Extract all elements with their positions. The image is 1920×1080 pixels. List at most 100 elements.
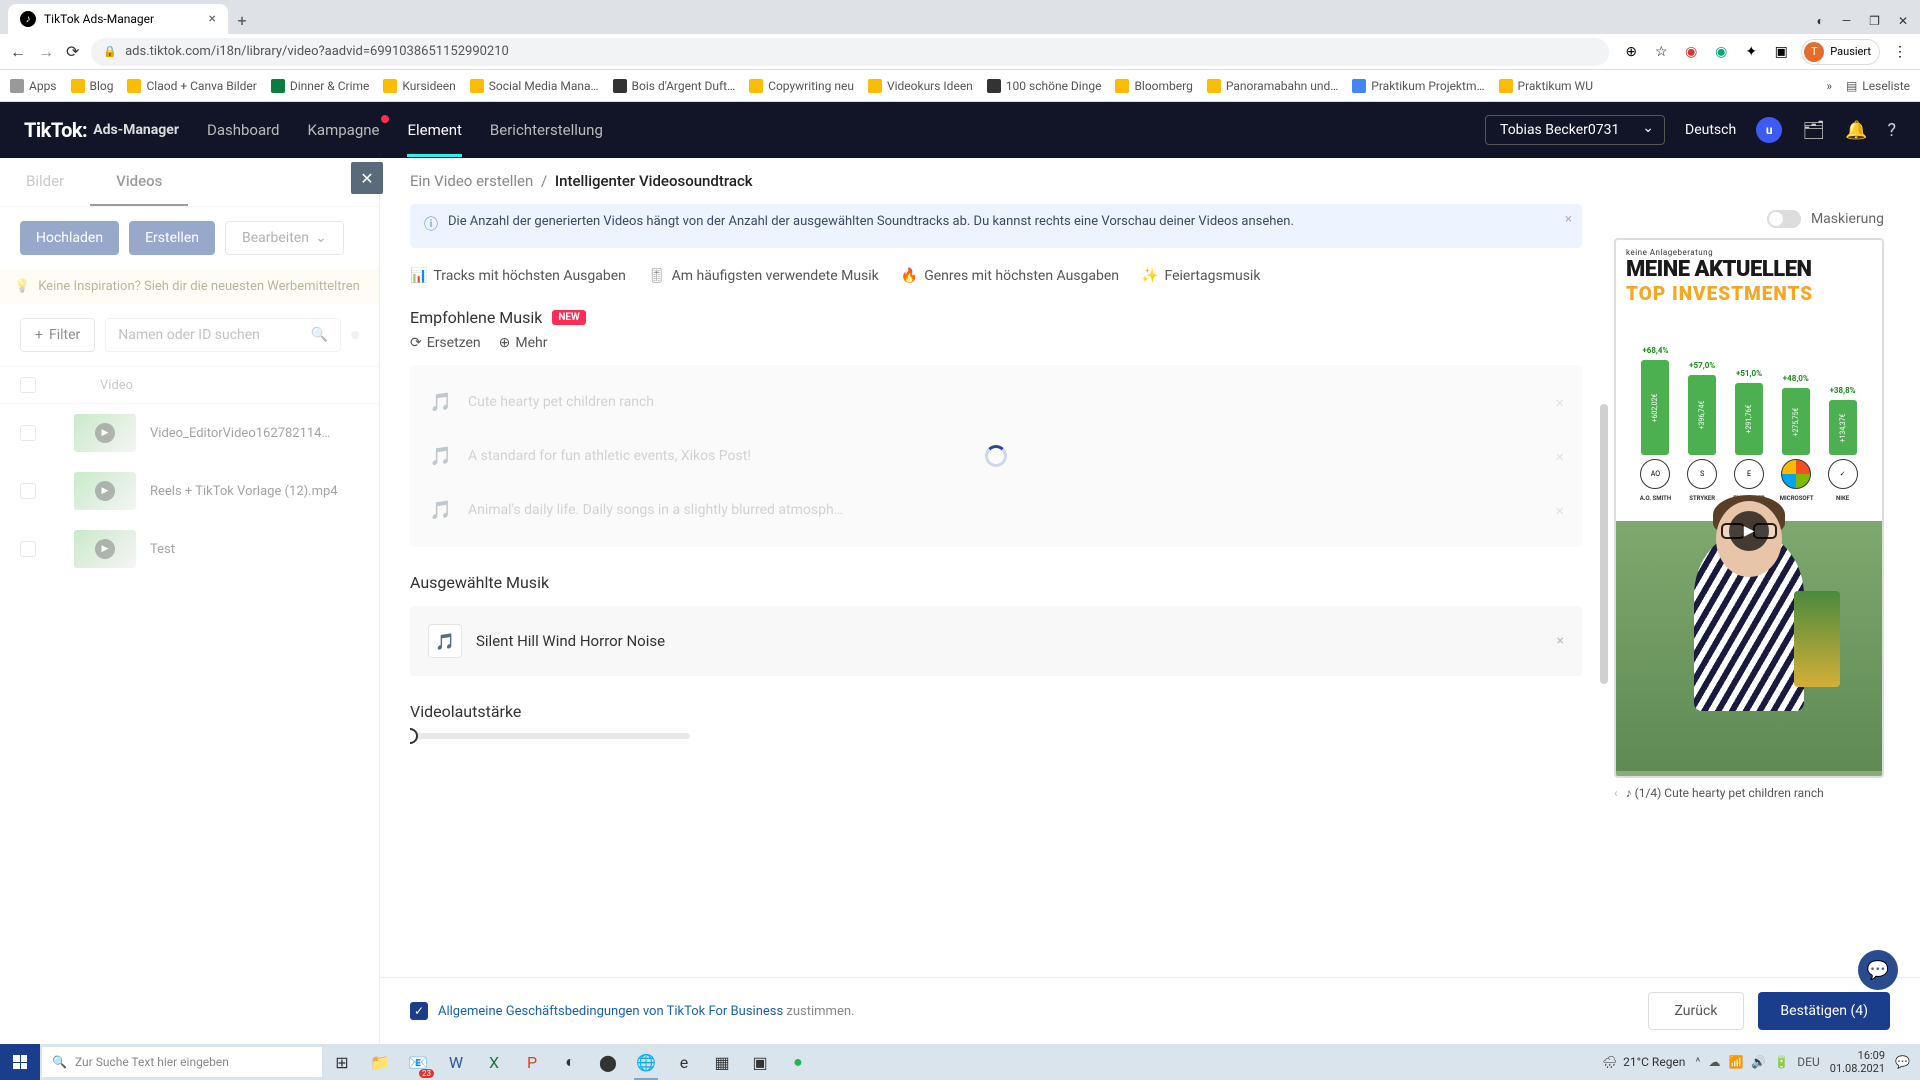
address-bar[interactable]: 🔒 ads.tiktok.com/i18n/library/video?aadv…: [91, 38, 1609, 66]
bookmark-item[interactable]: Videokurs Ideen: [868, 79, 973, 93]
tag-holiday-music[interactable]: ✨Feiertagsmusik: [1141, 268, 1260, 284]
reading-list[interactable]: ▤Leseliste: [1846, 79, 1910, 93]
tab-bilder[interactable]: Bilder: [0, 158, 90, 206]
filter-button[interactable]: +Filter: [20, 318, 95, 352]
file-explorer-icon[interactable]: 📁: [362, 1044, 398, 1080]
row-checkbox[interactable]: [20, 541, 36, 557]
scrollbar[interactable]: [1600, 404, 1608, 684]
video-thumbnail[interactable]: ▶: [74, 414, 136, 452]
back-icon[interactable]: ←: [10, 42, 26, 62]
start-button[interactable]: [0, 1044, 40, 1080]
video-row[interactable]: ▶ Test: [0, 520, 379, 578]
mail-icon[interactable]: 📧23: [400, 1044, 436, 1080]
obs-icon[interactable]: ⬤: [590, 1044, 626, 1080]
video-row[interactable]: ▶ Video_EditorVideo162782114…: [0, 404, 379, 462]
tiktok-logo[interactable]: TikTok: Ads-Manager: [24, 118, 179, 142]
select-all-checkbox[interactable]: [20, 377, 36, 393]
nav-element[interactable]: Element: [407, 121, 461, 139]
close-window-icon[interactable]: ✕: [1898, 14, 1908, 28]
remove-selected-icon[interactable]: ×: [1557, 633, 1564, 649]
video-row[interactable]: ▶ Reels + TikTok Vorlage (12).mp4: [0, 462, 379, 520]
volume-icon[interactable]: 🔊: [1751, 1055, 1766, 1069]
bookmark-item[interactable]: Blog: [71, 79, 114, 93]
word-icon[interactable]: W: [438, 1044, 474, 1080]
briefcase-icon[interactable]: 🗂: [1802, 120, 1825, 141]
remove-music-icon[interactable]: ×: [1555, 393, 1564, 412]
minimize-icon[interactable]: —: [1842, 14, 1851, 28]
upload-button[interactable]: Hochladen: [20, 221, 119, 255]
app-icon[interactable]: ▣: [742, 1044, 778, 1080]
language-indicator[interactable]: DEU: [1797, 1055, 1819, 1069]
bookmark-item[interactable]: Praktikum WU: [1499, 79, 1593, 93]
bookmark-item[interactable]: Claod + Canva Bilder: [127, 79, 256, 93]
system-tray[interactable]: ^ ☁ 📶 🔊 🔋 DEU: [1695, 1055, 1819, 1069]
music-item[interactable]: 🎵 Cute hearty pet children ranch ×: [410, 375, 1582, 429]
extension-grammarly-icon[interactable]: ◉: [1711, 42, 1731, 62]
app-icon[interactable]: ◐: [552, 1044, 588, 1080]
bookmarks-overflow-icon[interactable]: »: [1826, 79, 1832, 93]
bookmark-item[interactable]: Panoramabahn und…: [1207, 79, 1338, 93]
bookmark-item[interactable]: Bois d'Argent Duft…: [613, 79, 736, 93]
window-account-icon[interactable]: ◐: [1817, 14, 1824, 28]
close-panel-icon[interactable]: ✕: [351, 162, 383, 194]
row-checkbox[interactable]: [20, 483, 36, 499]
remove-music-icon[interactable]: ×: [1555, 447, 1564, 466]
task-view-icon[interactable]: ⊞: [324, 1044, 360, 1080]
weather-widget[interactable]: 🌧21°C Regen: [1602, 1055, 1685, 1069]
row-checkbox[interactable]: [20, 425, 36, 441]
help-fab-icon[interactable]: 💬: [1858, 950, 1898, 990]
tab-videos[interactable]: Videos: [90, 158, 188, 206]
volume-slider[interactable]: [410, 733, 690, 739]
language-selector[interactable]: Deutsch: [1685, 122, 1736, 138]
reload-icon[interactable]: ⟳: [66, 42, 79, 61]
account-selector[interactable]: Tobias Becker0731: [1485, 115, 1665, 145]
bookmark-item[interactable]: 100 schöne Dinge: [987, 79, 1102, 93]
video-preview[interactable]: keine Anlageberatung MEINE AKTUELLEN TOP…: [1614, 238, 1884, 778]
clock[interactable]: 16:09 01.08.2021: [1830, 1049, 1885, 1075]
taskbar-search[interactable]: 🔍Zur Suche Text hier eingeben: [42, 1047, 322, 1077]
spotify-icon[interactable]: ●: [780, 1044, 816, 1080]
masking-toggle[interactable]: [1767, 210, 1801, 228]
chrome-icon[interactable]: 🌐: [628, 1044, 664, 1080]
bookmark-item[interactable]: Praktikum Projektm…: [1352, 79, 1484, 93]
extensions-icon[interactable]: ✦: [1741, 42, 1761, 62]
dismiss-banner-icon[interactable]: ×: [1565, 212, 1572, 227]
play-preview-icon[interactable]: ▶: [1729, 511, 1769, 551]
back-button[interactable]: Zurück: [1648, 992, 1745, 1030]
notifications-icon[interactable]: 💬: [1895, 1055, 1910, 1069]
bookmark-item[interactable]: Kursideen: [383, 79, 455, 93]
onedrive-icon[interactable]: ☁: [1708, 1055, 1720, 1069]
nav-dashboard[interactable]: Dashboard: [207, 121, 280, 139]
zoom-icon[interactable]: ⊕: [1621, 42, 1641, 62]
app-icon[interactable]: ▦: [704, 1044, 740, 1080]
prev-preview-icon[interactable]: ‹: [1614, 786, 1618, 800]
bookmark-item[interactable]: Dinner & Crime: [271, 79, 370, 93]
search-field[interactable]: [118, 327, 302, 343]
music-item[interactable]: 🎵 Animal's daily life. Daily songs in a …: [410, 483, 1582, 537]
menu-icon[interactable]: ⋮: [1890, 42, 1910, 62]
star-icon[interactable]: ☆: [1651, 42, 1671, 62]
agb-checkbox[interactable]: ✓: [410, 1002, 428, 1020]
remove-music-icon[interactable]: ×: [1555, 501, 1564, 520]
confirm-button[interactable]: Bestätigen (4): [1758, 992, 1890, 1030]
more-button[interactable]: ⊕Mehr: [499, 335, 548, 351]
tag-top-spend-tracks[interactable]: 📊Tracks mit höchsten Ausgaben: [410, 268, 626, 284]
breadcrumb-parent[interactable]: Ein Video erstellen: [410, 172, 533, 190]
tag-most-used-music[interactable]: 🎚Am häufigsten verwendete Musik: [648, 268, 879, 284]
profile-chip[interactable]: T Pausiert: [1801, 39, 1880, 65]
slider-knob[interactable]: [410, 728, 418, 744]
maximize-icon[interactable]: ❐: [1869, 14, 1880, 28]
help-icon[interactable]: ?: [1887, 120, 1896, 141]
bookmark-item[interactable]: Bloomberg: [1115, 79, 1192, 93]
cast-icon[interactable]: ▣: [1771, 42, 1791, 62]
edit-button[interactable]: Bearbeiten⌄: [225, 221, 344, 255]
agb-link[interactable]: Allgemeine Geschäftsbedingungen von TikT…: [438, 1004, 783, 1019]
bell-icon[interactable]: 🔔: [1845, 120, 1867, 141]
nav-berichterstellung[interactable]: Berichterstellung: [490, 121, 603, 139]
powerpoint-icon[interactable]: P: [514, 1044, 550, 1080]
create-button[interactable]: Erstellen: [129, 221, 215, 255]
video-thumbnail[interactable]: ▶: [74, 530, 136, 568]
tag-top-spend-genres[interactable]: 🔥Genres mit höchsten Ausgaben: [901, 268, 1119, 284]
forward-icon[interactable]: →: [38, 42, 54, 62]
inspiration-banner[interactable]: 💡 Keine Inspiration? Sieh dir die neuest…: [0, 269, 379, 304]
